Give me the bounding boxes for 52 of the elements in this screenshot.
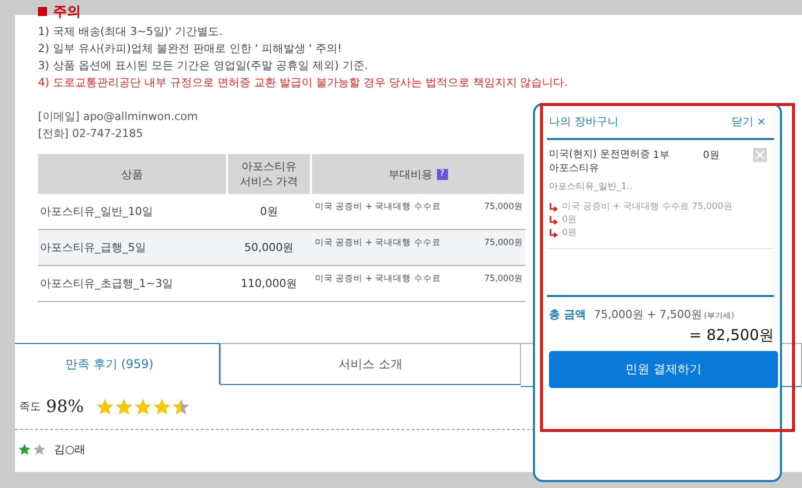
notice-line: 1) 국제 배송(최대 3~5일)' 기간별도. — [38, 24, 224, 40]
table-cell: 미국 공증비 + 국내대행 수수료 — [315, 200, 441, 212]
rating-value: 98% — [46, 397, 84, 417]
close-link[interactable]: 닫기 × — [731, 114, 766, 129]
column-header: 부대비용 — [388, 168, 432, 180]
table-cell: 아포스티유_초급행_1~3일 — [40, 277, 174, 290]
notice-title: 주의 — [53, 2, 81, 20]
column-header: 아포스티유 서비스 가격 — [227, 154, 311, 194]
notice-line: 2) 일부 유사(카피)업체 불완전 판매로 인한 ' 피해발생 ' 주의! — [38, 41, 343, 57]
tab[interactable]: 만족 후기 (959) — [15, 343, 220, 385]
arrow-icon — [549, 216, 558, 225]
rating-label: 족도 — [18, 399, 42, 415]
star-icon — [172, 398, 190, 416]
table-cell: 미국 공증비 + 국내대행 수수료 — [315, 236, 441, 248]
table-cell: 75,000원 — [484, 272, 523, 284]
star-icon — [96, 398, 114, 416]
star-icon — [134, 398, 152, 416]
item-name: 미국(현지) 운전면허증 아포스티유 — [549, 148, 651, 176]
notice-line: 3) 상품 옵션에 표시된 모든 기간은 영업일(주말 공휴일 제외) 기준. — [38, 58, 369, 74]
total-amount: = 82,500원 — [688, 326, 774, 345]
table-cell: 미국 공증비 + 국내대행 수수료 — [315, 272, 441, 284]
table-cell: 0원 — [260, 205, 278, 218]
extra-line: 0원 — [562, 227, 577, 240]
column-header: 상품 — [38, 154, 227, 194]
table-cell: 75,000원 — [484, 200, 523, 212]
item-quantity: 1부 — [653, 149, 670, 162]
star-icon — [152, 398, 171, 416]
item-price: 0원 — [703, 149, 720, 162]
arrow-icon — [549, 229, 558, 238]
star-icon — [114, 398, 133, 416]
help-icon[interactable]: ? — [436, 168, 448, 180]
table-cell: 110,000원 — [240, 277, 298, 290]
extra-line: 0원 — [562, 214, 577, 227]
table-cell: 아포스티유_급행_5일 — [40, 241, 146, 254]
vat-note: (부가세) — [704, 310, 734, 321]
table-cell: 아포스티유_일반_10일 — [40, 205, 153, 218]
contact-line: [이메일] apo@allminwon.com — [38, 109, 198, 125]
tab[interactable]: 서비스 소개 — [220, 343, 521, 385]
total-label: 총 금액 — [549, 307, 586, 322]
cart-title: 나의 장바구니 — [549, 114, 618, 129]
notice-line: 4) 도로교통관리공단 내부 규정으로 면허증 교환 발급이 불가능할 경우 당사는 법적으로 책임지지 않습니다. — [38, 75, 569, 91]
delete-icon[interactable] — [753, 148, 767, 162]
table-cell: 75,000원 — [484, 236, 523, 248]
arrow-icon — [549, 203, 558, 212]
pay-button[interactable]: 민원 결제하기 — [549, 351, 778, 388]
total-formula: 75,000원 + 7,500원 — [594, 307, 702, 322]
reviewer-name: 김○래 — [54, 442, 86, 457]
contact-line: [전화] 02-747-2185 — [38, 126, 144, 142]
bullet-icon — [38, 7, 47, 16]
table-cell: 50,000원 — [244, 241, 294, 254]
item-option: 아포스티유_일반_1.. — [549, 180, 774, 193]
extra-line: 미국 공증비 + 국내대행 수수료 75,000원 — [562, 201, 732, 214]
